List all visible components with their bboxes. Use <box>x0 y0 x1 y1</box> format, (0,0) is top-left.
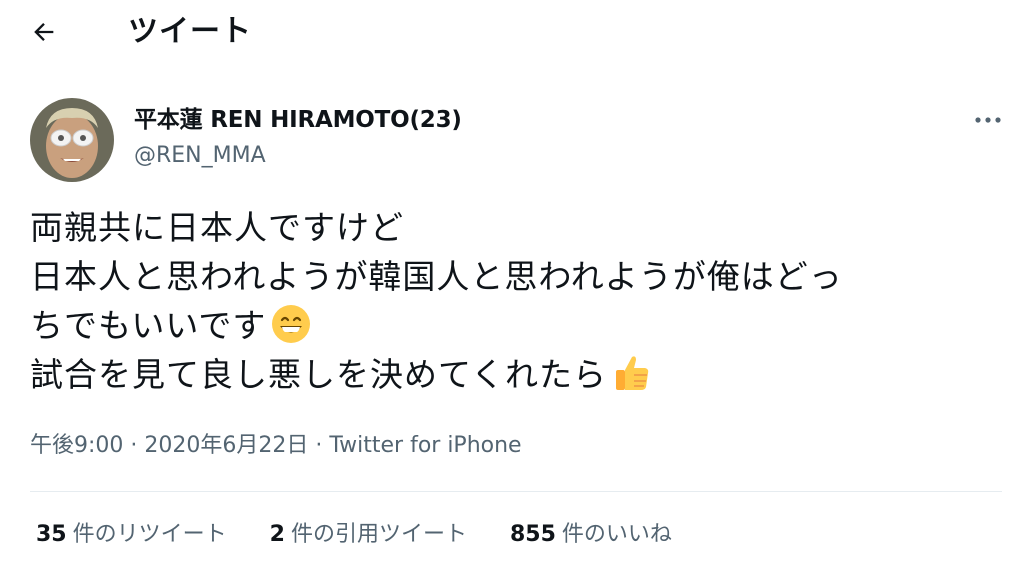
avatar-image <box>30 98 114 182</box>
tweet-stats: 35 件のリツイート 2 件の引用ツイート 855 件のいいね <box>36 520 708 550</box>
quotes-stat[interactable]: 2 件の引用ツイート <box>270 520 467 550</box>
tweet-line: 試合を見て良し悪しを決めてくれたら <box>30 350 1010 399</box>
more-button[interactable] <box>970 110 1006 130</box>
author-name[interactable]: 平本蓮 REN HIRAMOTO(23) <box>134 105 462 135</box>
grinning-face-emoji <box>272 304 311 343</box>
tweet-line: ちでもいいです <box>30 301 1010 350</box>
quotes-label: 件の引用ツイート <box>290 522 467 547</box>
tweet-text: 両親共に日本人ですけど 日本人と思われようが韓国人と思われようが俺はどっ ちでも… <box>30 203 1010 399</box>
back-button[interactable] <box>30 18 66 48</box>
thumbs-up-emoji <box>616 355 649 390</box>
page-title: ツイート <box>128 14 252 49</box>
retweets-stat[interactable]: 35 件のリツイート <box>36 520 227 550</box>
likes-count: 855 <box>509 522 556 547</box>
arrow-left-icon <box>34 23 54 41</box>
quotes-count: 2 <box>269 522 285 547</box>
retweets-label: 件のリツイート <box>72 522 227 547</box>
retweets-count: 35 <box>36 522 67 547</box>
tweet-line: 両親共に日本人ですけど <box>30 208 404 247</box>
author-handle[interactable]: @REN_MMA <box>134 141 266 171</box>
tweet-line: 日本人と思われようが韓国人と思われようが俺はどっ <box>30 257 843 296</box>
divider <box>30 491 1002 492</box>
header: ツイート <box>0 0 1024 64</box>
likes-label: 件のいいね <box>561 522 672 547</box>
avatar[interactable] <box>30 98 114 182</box>
more-horizontal-icon <box>975 117 1001 123</box>
likes-stat[interactable]: 855 件のいいね <box>510 520 672 550</box>
tweet-meta: 午後9:00 · 2020年6月22日 · Twitter for iPhone <box>30 433 522 458</box>
